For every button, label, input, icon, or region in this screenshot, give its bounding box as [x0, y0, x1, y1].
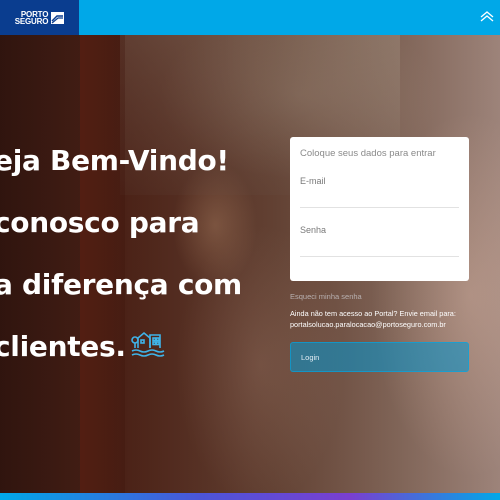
top-bar: PORTO SEGURO [0, 0, 500, 35]
forgot-password-link[interactable]: Esqueci minha senha [290, 292, 362, 301]
email-label: E-mail [300, 176, 326, 186]
email-field[interactable] [300, 186, 459, 208]
login-card: Coloque seus dados para entrar E-mail Se… [290, 137, 469, 281]
logo-mark-icon [51, 11, 65, 24]
password-field[interactable] [300, 235, 459, 257]
welcome-headline: eja Bem-Vindo! conosco para a diferença … [0, 130, 284, 378]
no-access-text: Ainda não tem acesso ao Portal? Envie em… [290, 309, 456, 318]
logo-text: PORTO SEGURO [14, 10, 49, 26]
no-access-info: Ainda não tem acesso ao Portal? Envie em… [290, 308, 480, 330]
home-icon[interactable] [480, 10, 494, 24]
bottom-gradient-bar [0, 493, 500, 500]
house-icon [130, 331, 165, 357]
contact-email[interactable]: portalsolucao.paralocacao@portoseguro.co… [290, 319, 480, 330]
login-button[interactable]: Login [290, 342, 469, 372]
headline-line-3: a diferença com [0, 268, 242, 301]
password-label: Senha [300, 225, 327, 235]
logo-line-2: SEGURO [14, 16, 49, 26]
login-card-title: Coloque seus dados para entrar [300, 148, 436, 159]
porto-seguro-logo[interactable]: PORTO SEGURO [0, 0, 79, 35]
headline-line-1: eja Bem-Vindo! [0, 144, 229, 177]
headline-line-4-text: clientes. [0, 330, 126, 363]
headline-line-2: conosco para [0, 206, 200, 239]
headline-line-4: clientes. [0, 316, 284, 378]
